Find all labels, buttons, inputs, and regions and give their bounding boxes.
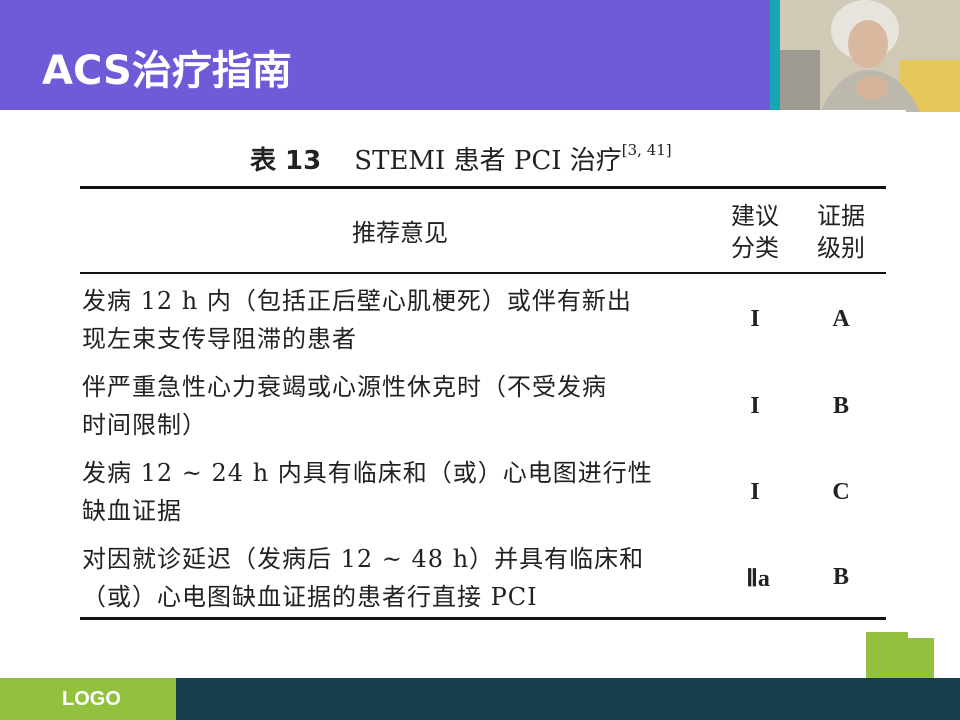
row-text-line2: 时间限制）: [82, 411, 207, 439]
column-header-recommendation: 推荐意见: [352, 219, 448, 247]
row-class-cell: Ⅱa: [746, 566, 770, 592]
row-class-cell: I: [750, 479, 760, 505]
row-text-line1: 对因就诊延迟（发病后 12 ~ 48 h）并具有临床和: [82, 545, 645, 573]
table-caption-text: STEMI 患者 PCI 治疗: [354, 146, 622, 176]
row-level-cell: C: [832, 479, 850, 505]
table-caption: 表 13 STEMI 患者 PCI 治疗[3, 41]: [250, 140, 672, 177]
row-level-cell: B: [832, 564, 849, 590]
table-row: 发病 12 h 内（包括正后壁心肌梗死）或伴有新出 现左束支传导阻滞的患者: [82, 282, 722, 358]
column-header-level-line1: 证据: [817, 202, 865, 230]
table-row: 发病 12 ~ 24 h 内具有临床和（或）心电图进行性 缺血证据: [82, 454, 722, 530]
column-header-level-line2: 级别: [817, 234, 865, 262]
column-header-level: 证据 级别: [808, 200, 874, 264]
table-caption-number: 表 13: [250, 146, 322, 176]
row-class-cell: I: [750, 306, 760, 332]
row-level-cell: B: [832, 393, 849, 419]
column-header-class: 建议 分类: [722, 200, 788, 264]
header-accent-strip: [770, 0, 780, 110]
row-text-line1: 发病 12 ~ 24 h 内具有临床和（或）心电图进行性: [82, 459, 653, 487]
table-row: 对因就诊延迟（发病后 12 ~ 48 h）并具有临床和 （或）心电图缺血证据的患…: [82, 540, 722, 616]
corner-accent-notch: [908, 632, 934, 638]
row-level-cell: A: [832, 306, 850, 332]
row-text-line2: （或）心电图缺血证据的患者行直接 PCI: [82, 583, 538, 611]
column-header-class-line2: 分类: [731, 234, 779, 262]
row-text-line2: 缺血证据: [82, 497, 182, 525]
row-text-line1: 发病 12 h 内（包括正后壁心肌梗死）或伴有新出: [82, 287, 632, 315]
row-class-cell: I: [750, 393, 760, 419]
elderly-woman-photo-icon: [780, 0, 960, 112]
slide-title: ACS治疗指南: [42, 48, 292, 94]
row-text-line1: 伴严重急性心力衰竭或心源性休克时（不受发病: [82, 373, 607, 401]
table-bottom-rule: [80, 617, 886, 620]
table-caption-ref: [3, 41]: [621, 141, 672, 159]
table-header-rule: [80, 272, 886, 274]
row-text-line2: 现左束支传导阻滞的患者: [82, 325, 357, 353]
corner-accent-square: [866, 632, 934, 678]
column-header-class-line1: 建议: [731, 202, 779, 230]
logo-text: LOGO: [62, 688, 121, 710]
table-row: 伴严重急性心力衰竭或心源性休克时（不受发病 时间限制）: [82, 368, 722, 444]
table-top-rule: [80, 186, 886, 189]
header-photo: [780, 0, 960, 112]
